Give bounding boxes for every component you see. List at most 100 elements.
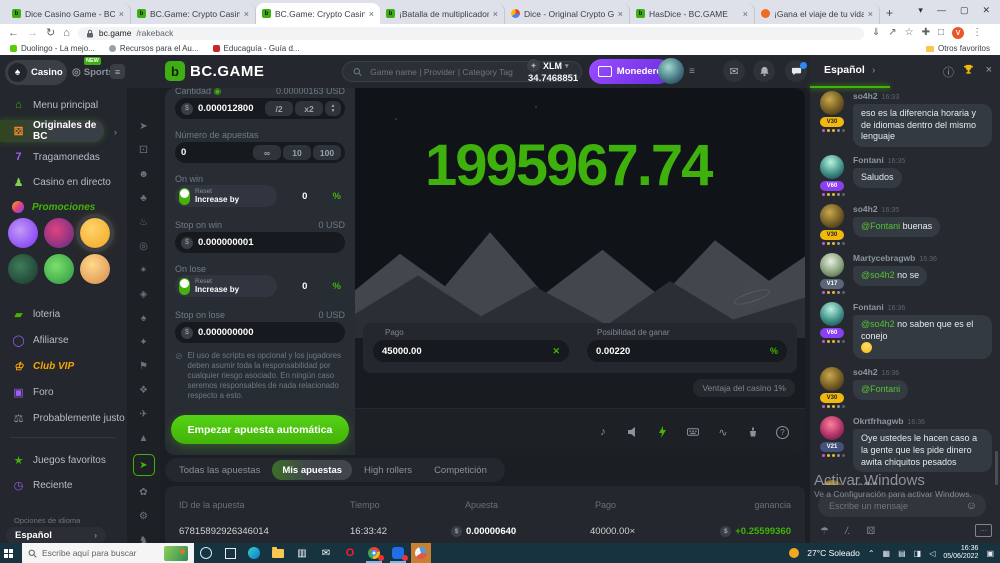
half-button[interactable]: /2 xyxy=(265,101,293,116)
sports-toggle[interactable]: ◎Sports xyxy=(72,67,114,78)
other-bookmarks[interactable]: Otros favoritos xyxy=(926,44,990,53)
tab-close-icon[interactable]: × xyxy=(493,9,498,19)
statistics-icon[interactable]: ∿ xyxy=(716,425,730,439)
address-bar[interactable]: bc.game/rakeback xyxy=(78,27,864,40)
chevron-right-icon[interactable]: › xyxy=(872,65,875,76)
stopwin-input[interactable]: $ 0.000000001 xyxy=(175,232,345,253)
minimize-button[interactable]: — xyxy=(937,5,946,15)
browser-tab[interactable]: b¡Batalla de multiplicadores por c× xyxy=(380,3,505,24)
bookmark-item[interactable]: Educaguía - Guía d... xyxy=(213,44,300,53)
sidebar-item-affiliate[interactable]: ◯Afiliarse xyxy=(0,329,127,351)
turbo-bolt-icon[interactable] xyxy=(656,425,670,439)
trophy-icon[interactable] xyxy=(963,64,974,78)
pinned-app-icon[interactable] xyxy=(386,543,410,563)
reading-list-icon[interactable]: □ xyxy=(938,28,944,38)
amount-input[interactable]: $ 0.000012800 /2 x2 ▲▼ xyxy=(175,98,345,119)
tab-close-icon[interactable]: × xyxy=(743,9,748,19)
new-tab-button[interactable]: + xyxy=(886,6,893,20)
game-icon[interactable]: ⚙ xyxy=(136,508,152,524)
help-icon[interactable]: ? xyxy=(776,426,789,439)
menu-dots-icon[interactable]: ⋮ xyxy=(972,28,982,38)
messages-icon[interactable]: ✉ xyxy=(723,60,745,82)
game-icon[interactable]: ✈ xyxy=(136,406,152,422)
file-explorer-icon[interactable] xyxy=(266,543,290,563)
tab-close-icon[interactable]: × xyxy=(618,9,623,19)
close-chat-icon[interactable]: × xyxy=(986,64,992,76)
cortana-icon[interactable] xyxy=(194,543,218,563)
gif-keyboard-icon[interactable]: ⋯ xyxy=(975,524,992,537)
game-icon-active[interactable]: ➤ xyxy=(133,454,155,476)
network-icon[interactable]: ◨ xyxy=(914,549,922,558)
game-icon[interactable]: ♨ xyxy=(136,214,152,230)
game-icon[interactable]: ✦ xyxy=(136,334,152,350)
game-icon[interactable]: ⚑ xyxy=(136,358,152,374)
game-icon[interactable]: ➤ xyxy=(136,118,152,134)
browser-tab[interactable]: bHasDice - BC.GAME× xyxy=(630,3,755,24)
game-icon[interactable]: ♞ xyxy=(136,532,152,543)
sidebar-item-lottery[interactable]: ▰loteria xyxy=(0,303,127,325)
promo-coin-icon[interactable] xyxy=(80,254,110,284)
tab-close-icon[interactable]: × xyxy=(369,9,374,19)
game-icon[interactable]: ✿ xyxy=(136,484,152,500)
forward-icon[interactable]: → xyxy=(27,28,38,39)
browser-tab[interactable]: bDice Casino Game - BC.GAME× xyxy=(6,3,131,24)
hotkeys-keyboard-icon[interactable] xyxy=(686,425,700,439)
casino-toggle[interactable]: ♠ Casino xyxy=(5,60,67,85)
chat-input-wrap[interactable]: ☺ xyxy=(818,494,986,517)
avatar[interactable] xyxy=(820,204,844,228)
game-icon[interactable]: ⚀ xyxy=(136,142,152,158)
home-icon[interactable]: ⌂ xyxy=(63,28,70,39)
browser-tab-active[interactable]: bBC.Game: Crypto Casino Games× xyxy=(256,3,380,24)
avatar[interactable] xyxy=(820,253,844,277)
tab-close-icon[interactable]: × xyxy=(119,9,124,19)
maximize-button[interactable]: ▢ xyxy=(960,5,969,16)
infinite-button[interactable]: ∞ xyxy=(253,145,281,160)
tab-close-icon[interactable]: × xyxy=(868,9,873,19)
onwin-toggle[interactable]: ResetIncrease by xyxy=(175,185,277,207)
info-icon[interactable]: ⓘ xyxy=(943,64,954,80)
bookmark-item[interactable]: Duolingo - La mejo... xyxy=(10,44,95,53)
download-icon[interactable]: ⇓ xyxy=(872,28,880,38)
emoji-picker-icon[interactable]: ☺ xyxy=(966,500,977,512)
avatar[interactable] xyxy=(820,367,844,391)
promo-cash-icon[interactable] xyxy=(44,254,74,284)
taskbar-search[interactable]: Escribe aquí para buscar xyxy=(22,543,194,563)
reload-icon[interactable]: ↻ xyxy=(46,28,55,39)
bcgame-logo[interactable]: b BC.GAME xyxy=(165,61,264,81)
close-button[interactable]: ✕ xyxy=(982,5,990,16)
tray-icon[interactable]: ▦ xyxy=(883,549,891,558)
avatar[interactable] xyxy=(820,155,844,179)
back-icon[interactable]: ← xyxy=(8,28,19,39)
commands-icon[interactable]: /. xyxy=(845,526,851,537)
browser-tab[interactable]: Dice - Original Crypto Games - B× xyxy=(505,3,630,24)
promo-rocket-icon[interactable] xyxy=(8,254,38,284)
browser-tab[interactable]: ¡Gana el viaje de tu vida! - 25 a× xyxy=(755,3,880,24)
seed-icon[interactable] xyxy=(746,425,760,439)
sidebar-collapse-button[interactable]: ≡ xyxy=(110,64,125,79)
tab-all-bets[interactable]: Todas las apuestas xyxy=(169,460,270,480)
onlose-value[interactable]: 0 xyxy=(277,281,333,292)
volume-icon[interactable]: ◁ xyxy=(929,549,935,558)
sound-icon[interactable] xyxy=(626,425,640,439)
onwin-value[interactable]: 0 xyxy=(277,191,333,202)
avatar[interactable] xyxy=(820,302,844,326)
chance-input[interactable]: 0.00220 % xyxy=(587,340,787,362)
clear-icon[interactable]: ✕ xyxy=(552,346,560,357)
game-icon[interactable]: ◈ xyxy=(136,286,152,302)
bet-row-id[interactable]: 67815892926346014 xyxy=(179,526,269,537)
opera-icon[interactable]: O xyxy=(338,543,362,563)
hundred-button[interactable]: 100 xyxy=(313,145,341,160)
sidebar-item-forum[interactable]: ▣Foro xyxy=(0,381,127,403)
game-icon[interactable]: ◎ xyxy=(136,238,152,254)
ten-button[interactable]: 10 xyxy=(283,145,311,160)
edge-icon[interactable] xyxy=(242,543,266,563)
chat-toggle-icon[interactable] xyxy=(785,60,807,82)
sidebar-item-promos[interactable]: Promociones xyxy=(0,196,127,218)
bookmark-star-icon[interactable]: ☆ xyxy=(905,28,914,38)
promo-spinner-icon[interactable] xyxy=(8,218,38,248)
payout-input[interactable]: 45000.00 ✕ xyxy=(373,340,569,362)
share-icon[interactable]: ↗ xyxy=(888,28,896,38)
game-icon[interactable]: ▲ xyxy=(136,430,152,446)
avatar[interactable] xyxy=(820,91,844,115)
onlose-toggle[interactable]: ResetIncrease by xyxy=(175,275,277,297)
